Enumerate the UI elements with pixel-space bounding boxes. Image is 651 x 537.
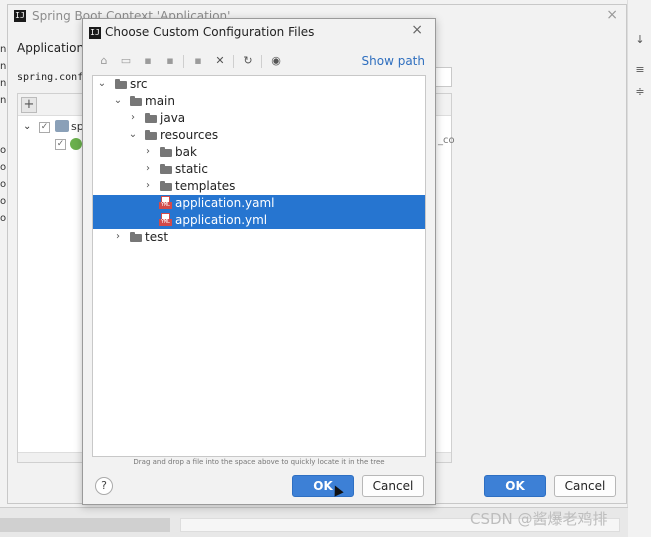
close-icon[interactable]: × [411,22,423,38]
tree-node-label: application.yml [175,213,268,227]
folder-icon [160,164,172,174]
chevron-right-icon[interactable]: › [143,180,153,192]
folder-icon [130,96,142,106]
tree-node-label: main [145,94,175,108]
tree-node-label: resources [160,128,219,142]
tree-node-main[interactable]: ⌄ main [93,93,425,110]
tree-node-application-yaml[interactable]: YML application.yaml [93,195,425,212]
truncated-text: _co [438,135,455,146]
tree-node-resources[interactable]: ⌄ resources [93,127,425,144]
folder-icon [160,181,172,191]
watermark: CSDN @酱爆老鸡排 [470,510,608,528]
tree-node-label: test [145,230,169,244]
refresh-icon[interactable]: ↻ [241,54,255,68]
drag-drop-hint: Drag and drop a file into the space abov… [133,458,385,466]
module-icon [55,120,69,132]
ide-scrollbar[interactable] [0,518,170,532]
chevron-down-icon[interactable]: ⌄ [113,95,123,107]
tree-node-static[interactable]: › static [93,161,425,178]
tree-node-label: bak [175,145,197,159]
tree-node-label: templates [175,179,236,193]
add-icon[interactable]: + [21,97,37,113]
home-icon[interactable]: ⌂ [97,54,111,68]
tree-node-label: application.yaml [175,196,275,210]
checkbox[interactable]: ✓ [55,139,66,150]
back-cancel-button[interactable]: Cancel [554,475,616,497]
toolbar-divider [183,55,184,68]
ide-left-mark: o [0,213,7,224]
ide-left-mark: n [0,95,7,106]
help-button[interactable]: ? [95,477,113,495]
tree-node-test[interactable]: › test [93,229,425,246]
spring-leaf-icon [70,138,82,150]
choose-config-files-dialog: IJ Choose Custom Configuration Files × ⌂… [82,18,436,505]
chevron-right-icon[interactable]: › [143,163,153,175]
checkbox[interactable]: ✓ [39,122,50,133]
tree-node-templates[interactable]: › templates [93,178,425,195]
ide-left-mark: n [0,61,7,72]
new-folder-icon[interactable]: ▪ [191,54,205,68]
tree-node-src[interactable]: ⌄ src [93,76,425,93]
delete-icon[interactable]: ✕ [213,54,227,68]
ide-left-mark: o [0,145,7,156]
project-icon[interactable]: ▪ [141,54,155,68]
ide-left-mark: n [0,78,7,89]
ide-left-strip: n n n n o o o o o [0,0,6,537]
dialog-titlebar: IJ Choose Custom Configuration Files × [83,19,435,45]
collapse-icon[interactable]: ≑ [633,85,647,99]
config-label: spring.confi [17,72,90,83]
toolbar-divider [261,55,262,68]
sort-icon[interactable]: ↓ [633,33,647,47]
yaml-file-icon: YML [159,196,172,210]
chevron-down-icon[interactable]: ⌄ [97,78,107,90]
folder-icon [160,147,172,157]
tree-node-label: java [160,111,186,125]
chevron-right-icon[interactable]: › [143,146,153,158]
file-chooser-toolbar: ⌂ ▭ ▪ ▪ ▪ ✕ ↻ ◉ Show path [97,53,427,71]
yaml-file-icon: YML [159,213,172,227]
chevron-right-icon[interactable]: › [113,231,123,243]
folder-icon [145,130,157,140]
toolbar-divider [233,55,234,68]
folder-icon [145,113,157,123]
folder-icon [115,79,127,89]
ide-left-mark: o [0,162,7,173]
ide-right-toolbar: ↓ ≡ ≑ [627,0,651,537]
tree-node-java[interactable]: › java [93,110,425,127]
tree-node-application-yml[interactable]: YML application.yml [93,212,425,229]
close-icon[interactable]: × [606,7,618,23]
module-icon[interactable]: ▪ [163,54,177,68]
intellij-logo-icon: IJ [14,10,26,22]
chevron-down-icon[interactable]: ⌄ [128,129,138,141]
back-ok-button[interactable]: OK [484,475,546,497]
folder-icon [130,232,142,242]
expand-icon[interactable]: ≡ [633,63,647,77]
ide-left-mark: n [0,44,7,55]
ide-left-mark: o [0,196,7,207]
show-path-link[interactable]: Show path [362,54,425,68]
ok-button[interactable]: OK [292,475,354,497]
file-tree[interactable]: ⌄ src ⌄ main › java ⌄ resources › bak › … [92,75,426,457]
show-hidden-icon[interactable]: ◉ [269,54,283,68]
chevron-down-icon[interactable]: ⌄ [23,121,31,132]
dialog-title: Choose Custom Configuration Files [105,25,315,39]
ide-left-mark: o [0,179,7,190]
intellij-logo-icon: IJ [89,27,101,39]
cancel-button[interactable]: Cancel [362,475,424,497]
chevron-right-icon[interactable]: › [128,112,138,124]
tree-node-label: static [175,162,208,176]
tree-node-label: src [130,77,148,91]
tree-node-bak[interactable]: › bak [93,144,425,161]
desktop-icon[interactable]: ▭ [119,54,133,68]
